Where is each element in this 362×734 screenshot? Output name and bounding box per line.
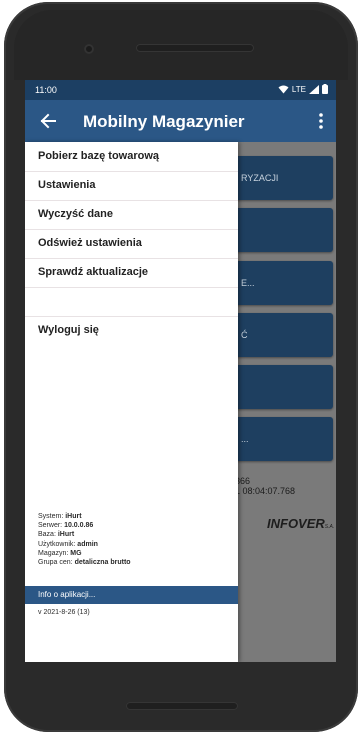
system-info-line: Użytkownik: admin — [38, 540, 131, 549]
drawer-item-settings[interactable]: Ustawienia — [25, 171, 238, 201]
front-camera — [84, 44, 94, 54]
signal-icon — [309, 84, 319, 94]
main-button-label: Ć — [241, 330, 248, 340]
info-label: System: — [38, 513, 66, 520]
back-arrow-icon[interactable] — [37, 110, 59, 132]
info-value: iHurt — [57, 531, 75, 539]
info-value: admin — [77, 540, 98, 548]
wifi-icon — [278, 85, 289, 93]
sync-info-line: 366 — [235, 476, 251, 486]
phone-top-bezel — [14, 10, 348, 80]
system-info-line: Baza: iHurt — [38, 530, 131, 539]
status-time: 11:00 — [35, 85, 57, 95]
drawer-item-label: Odśwież ustawienia — [38, 237, 142, 249]
drawer-item-check-updates[interactable]: Sprawdź aktualizacje — [25, 258, 238, 288]
system-info: System: iHurt Serwer: 10.0.0.86 Baza: iH… — [38, 512, 131, 567]
sync-info: 366 1 08:04:07.768 — [235, 476, 295, 496]
logo-text: INFOVER — [267, 516, 325, 531]
screen: 11:00 LTE Mobilny Magazynier RYZACJI E..… — [25, 80, 336, 662]
logo-suffix: S.A. — [324, 524, 335, 530]
system-info-line: Serwer: 10.0.0.86 — [38, 521, 131, 530]
overflow-menu-icon[interactable] — [314, 110, 328, 132]
drawer-item-label: Wyloguj się — [38, 324, 99, 336]
app-title: Mobilny Magazynier — [83, 112, 245, 131]
drawer-item-empty — [25, 287, 238, 317]
drawer-item-clear-data[interactable]: Wyczyść dane — [25, 200, 238, 230]
app-version: v 2021-8-26 (13) — [38, 609, 90, 616]
status-icons: LTE — [278, 84, 328, 94]
main-button-label: ... — [241, 434, 249, 444]
drawer-item-label: Wyczyść dane — [38, 208, 114, 220]
network-type: LTE — [291, 84, 306, 94]
drawer-item-logout[interactable]: Wyloguj się — [25, 316, 238, 345]
system-info-line: Grupa cen: detaliczna brutto — [38, 558, 131, 567]
system-info-line: Magazyn: MG — [38, 549, 131, 558]
bottom-speaker-grill — [126, 702, 238, 710]
main-button-label: RYZACJI — [241, 173, 279, 183]
system-info-line: System: iHurt — [38, 512, 131, 521]
info-label: Użytkownik: — [38, 540, 78, 548]
app-info-button[interactable]: Info o aplikacji... — [25, 586, 238, 604]
navigation-drawer: Pobierz bazę towarową Ustawienia Wyczyść… — [25, 142, 238, 662]
info-value: MG — [70, 549, 82, 557]
battery-icon — [322, 84, 328, 94]
main-button-label: E... — [241, 278, 255, 288]
info-label: Grupa cen: — [38, 559, 75, 567]
app-info-label: Info o aplikacji... — [38, 590, 96, 599]
info-label: Magazyn: — [38, 549, 71, 557]
sync-info-line: 1 08:04:07.768 — [235, 486, 296, 496]
info-value: detaliczna brutto — [74, 559, 131, 567]
info-label: Serwer: — [38, 522, 65, 530]
drawer-item-refresh-settings[interactable]: Odśwież ustawienia — [25, 229, 238, 259]
app-bar: Mobilny Magazynier — [25, 100, 336, 142]
drawer-item-label: Pobierz bazę towarową — [38, 150, 160, 162]
status-bar: 11:00 LTE — [25, 80, 336, 100]
info-label: Baza: — [38, 531, 58, 539]
infover-logo: INFOVERS.A. — [267, 516, 334, 531]
info-value: 10.0.0.86 — [64, 522, 94, 530]
drawer-item-download-database[interactable]: Pobierz bazę towarową — [25, 142, 238, 172]
drawer-item-label: Ustawienia — [38, 179, 96, 191]
drawer-item-label: Sprawdź aktualizacje — [38, 266, 149, 278]
info-value: iHurt — [65, 513, 82, 520]
earpiece-speaker — [136, 44, 254, 52]
